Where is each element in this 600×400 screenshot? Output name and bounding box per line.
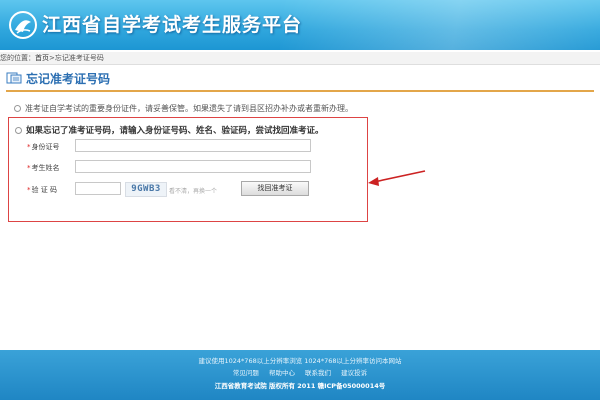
- breadcrumb: 您的位置：首页 > 忘记准考证号码: [0, 52, 600, 65]
- required-asterisk-icon: *: [27, 143, 31, 151]
- title-divider: [6, 90, 594, 92]
- notice-text: 准考证自学考试的重要身份证件，请妥善保管。如果遗失了请到县区招办补办或者重新办理…: [14, 103, 353, 114]
- footer-link-contact[interactable]: 联系我们: [305, 369, 331, 377]
- footer-link-faq[interactable]: 常见问题: [233, 369, 259, 377]
- footer-links: 常见问题 帮助中心 联系我们 建议投诉: [0, 367, 600, 377]
- page-title-row: 忘记准考证号码: [6, 70, 594, 86]
- name-label-text: 考生姓名: [31, 164, 60, 172]
- refresh-captcha-link[interactable]: 看不清，再换一个: [169, 186, 217, 195]
- document-icon: [6, 72, 22, 84]
- name-label: *考生姓名: [27, 163, 60, 173]
- footer-resolution-note: 建议使用1024*768以上分辨率浏览 1024*768以上分辨率访问本网站: [198, 357, 402, 365]
- retrieve-admission-ticket-button[interactable]: 找回准考证: [241, 181, 309, 196]
- id-number-label-text: 身份证号: [31, 143, 60, 151]
- form-heading: 如果忘记了准考证号码，请输入身份证号码、姓名、验证码，尝试找回准考证。: [15, 124, 324, 136]
- site-footer: 建议使用1024*768以上分辨率浏览 1024*768以上分辨率访问本网站 常…: [0, 350, 600, 400]
- site-logo-icon: [9, 11, 37, 39]
- site-header: 江西省自学考试考生服务平台: [0, 0, 600, 50]
- bullet-icon: [14, 105, 21, 112]
- captcha-label-text: 验 证 码: [31, 186, 57, 194]
- retrieve-form: 如果忘记了准考证号码，请输入身份证号码、姓名、验证码，尝试找回准考证。 *身份证…: [8, 117, 368, 222]
- bullet-icon: [15, 127, 22, 134]
- captcha-image[interactable]: 9GWB3: [125, 182, 167, 197]
- footer-link-feedback[interactable]: 建议投诉: [341, 369, 367, 377]
- footer-link-help[interactable]: 帮助中心: [269, 369, 295, 377]
- notice-content: 准考证自学考试的重要身份证件，请妥善保管。如果遗失了请到县区招办补办或者重新办理…: [25, 104, 353, 113]
- header-decoration: [280, 0, 600, 50]
- captcha-label: *验 证 码: [27, 185, 57, 195]
- breadcrumb-home-link[interactable]: 首页: [35, 52, 49, 64]
- site-title: 江西省自学考试考生服务平台: [42, 14, 303, 36]
- id-number-input[interactable]: [75, 139, 311, 152]
- breadcrumb-prefix: 您的位置：: [0, 54, 35, 62]
- name-input[interactable]: [75, 160, 311, 173]
- required-asterisk-icon: *: [27, 164, 31, 172]
- required-asterisk-icon: *: [27, 186, 31, 194]
- form-heading-text: 如果忘记了准考证号码，请输入身份证号码、姓名、验证码，尝试找回准考证。: [26, 126, 324, 136]
- footer-copyright: 江西省教育考试院 版权所有 2011 赣ICP备05000014号: [214, 382, 386, 390]
- breadcrumb-current: 忘记准考证号码: [54, 54, 104, 62]
- id-number-label: *身份证号: [27, 142, 60, 152]
- page-title: 忘记准考证号码: [26, 72, 111, 86]
- captcha-input[interactable]: [75, 182, 121, 195]
